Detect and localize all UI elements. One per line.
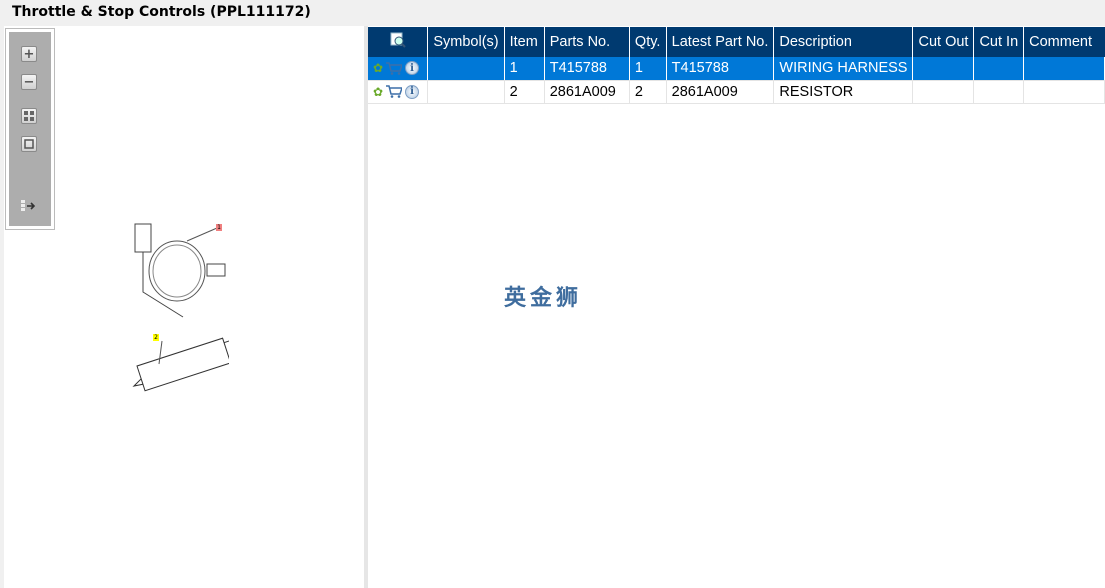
window-title: Throttle & Stop Controls (PPL111172): [12, 4, 311, 20]
cell-item: 1: [504, 57, 545, 81]
cell-description: WIRING HARNESS: [773, 57, 914, 81]
column-header-qty[interactable]: Qty.: [629, 27, 667, 57]
cell-parts-no: 2861A009: [544, 80, 630, 104]
cell-cut-out: [912, 80, 975, 104]
cart-icon[interactable]: [386, 62, 403, 75]
cell-latest-part-no: T415788: [666, 57, 775, 81]
column-header-search[interactable]: [368, 27, 429, 57]
column-header-symbols[interactable]: Symbol(s): [427, 27, 505, 57]
zoom-out-icon[interactable]: −: [21, 74, 37, 90]
cell-description: RESISTOR: [773, 80, 914, 104]
cell-qty: 2: [629, 80, 667, 104]
diagram-toolbar: + −: [5, 28, 55, 230]
column-header-parts-no[interactable]: Parts No.: [544, 27, 630, 57]
search-list-icon[interactable]: [390, 32, 406, 48]
cell-item: 2: [504, 80, 545, 104]
table-row[interactable]: ✿ i 1 T415788 1 T415788 WIRING HARNESS: [368, 57, 1105, 81]
callout-2[interactable]: 2: [153, 334, 159, 341]
cell-qty: 1: [629, 57, 667, 81]
cart-icon[interactable]: [386, 85, 403, 98]
table-row[interactable]: ✿ i 2 2861A009 2 2861A009 RESISTOR: [368, 80, 1105, 104]
info-icon[interactable]: i: [405, 61, 420, 76]
column-header-description[interactable]: Description: [773, 27, 914, 57]
column-header-cut-in[interactable]: Cut In: [973, 27, 1025, 57]
parts-table: Symbol(s) Item Parts No. Qty. Latest Par…: [368, 27, 1105, 104]
watermark: 英金狮: [504, 286, 583, 311]
fit-window-icon[interactable]: [21, 136, 37, 152]
parts-illustration: [132, 223, 229, 392]
parts-table-panel: Symbol(s) Item Parts No. Qty. Latest Par…: [368, 26, 1105, 588]
info-icon[interactable]: i: [405, 84, 420, 99]
gear-icon[interactable]: ✿: [373, 85, 383, 99]
column-header-latest-part-no[interactable]: Latest Part No.: [666, 27, 775, 57]
cell-parts-no: T415788: [544, 57, 630, 81]
cell-comment: [1023, 80, 1105, 104]
column-header-cut-out[interactable]: Cut Out: [912, 27, 975, 57]
cell-cut-in: [973, 80, 1025, 104]
cell-symbols: [427, 80, 505, 104]
diagram-panel: + − 1 2: [4, 26, 364, 588]
expand-panel-icon[interactable]: [21, 198, 37, 214]
cell-symbols: [427, 57, 505, 81]
cell-latest-part-no: 2861A009: [666, 80, 775, 104]
cell-cut-out: [912, 57, 975, 81]
gear-icon[interactable]: ✿: [373, 61, 383, 75]
zoom-in-icon[interactable]: +: [21, 46, 37, 62]
cell-comment: [1023, 57, 1105, 81]
column-header-item[interactable]: Item: [504, 27, 545, 57]
cell-cut-in: [973, 57, 1025, 81]
callout-1[interactable]: 1: [216, 224, 222, 231]
fit-all-icon[interactable]: [21, 108, 37, 124]
column-header-comment[interactable]: Comment: [1023, 27, 1105, 57]
